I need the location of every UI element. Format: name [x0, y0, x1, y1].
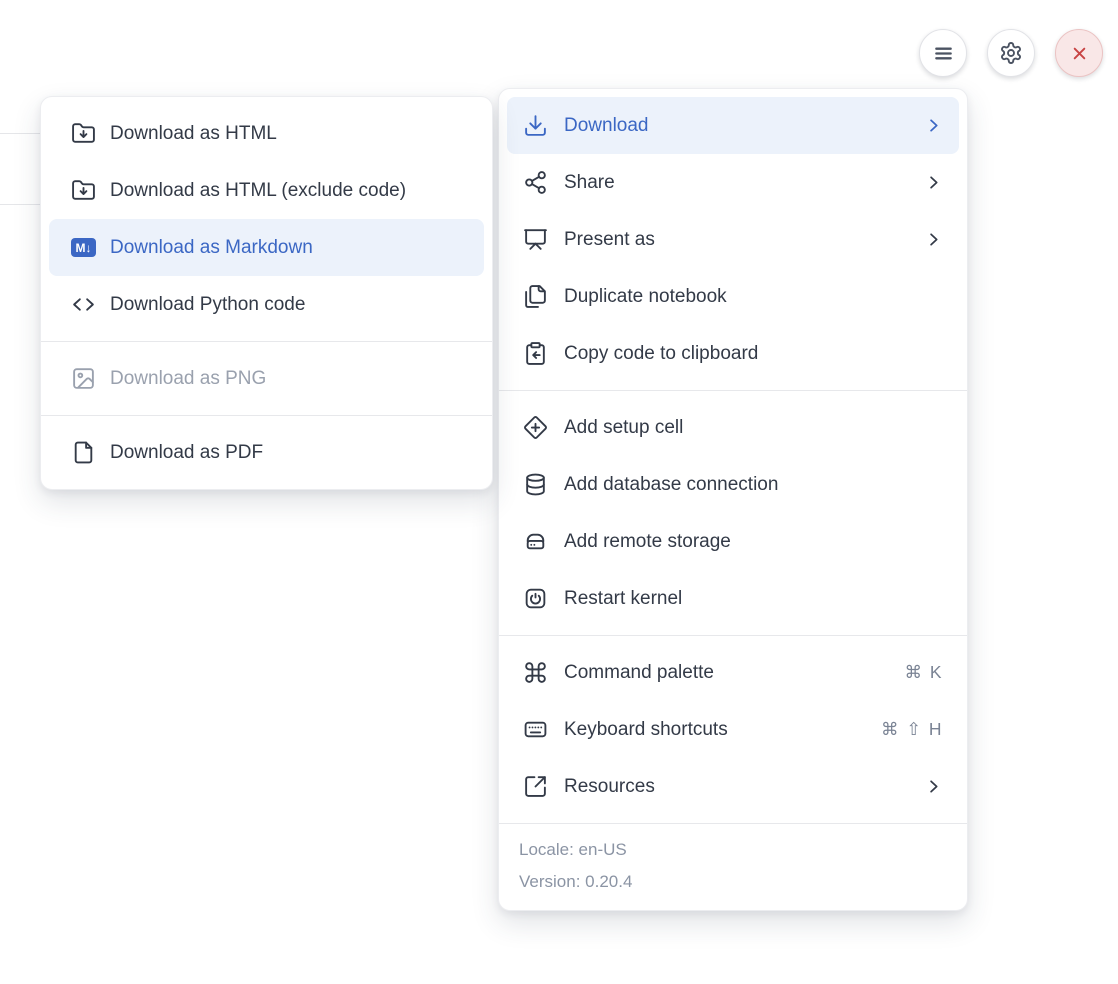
database-icon	[523, 472, 548, 497]
menu-item-download-python-code[interactable]: Download Python code	[49, 276, 484, 333]
notebook-actions-menu: Download Share Present as Duplicate noteboo…	[498, 88, 968, 911]
chevron-right-icon	[924, 777, 943, 796]
menu-item-label: Download Python code	[110, 294, 305, 316]
notebook-menu-button[interactable]	[919, 29, 967, 77]
power-icon	[523, 586, 548, 611]
shutdown-button[interactable]	[1055, 29, 1103, 77]
menu-item-label: Download as PDF	[110, 442, 263, 464]
menu-item-download[interactable]: Download	[507, 97, 959, 154]
menu-section: Download as PNG	[41, 341, 492, 415]
menu-item-resources[interactable]: Resources	[507, 758, 959, 815]
page-divider-line	[0, 204, 41, 205]
menu-item-add-setup-cell[interactable]: Add setup cell	[507, 399, 959, 456]
menu-item-label: Download as HTML	[110, 123, 277, 145]
menu-section: Command palette ⌘ K Keyboard shortcuts ⌘ ⇧ …	[499, 635, 967, 823]
menu-item-download-as-png: Download as PNG	[49, 350, 484, 407]
menu-item-label: Download as HTML (exclude code)	[110, 180, 406, 202]
chevron-right-icon	[924, 230, 943, 249]
menu-item-keyboard-shortcuts[interactable]: Keyboard shortcuts ⌘ ⇧ H	[507, 701, 959, 758]
close-icon	[1067, 41, 1092, 66]
menu-section: Add setup cell Add database connection Add…	[499, 390, 967, 635]
share-icon	[523, 170, 548, 195]
hamburger-icon	[931, 41, 956, 66]
folder-download-icon	[71, 178, 96, 203]
menu-item-copy-code-to-clipboard[interactable]: Copy code to clipboard	[507, 325, 959, 382]
menu-item-label: Copy code to clipboard	[564, 343, 758, 365]
keyboard-icon	[523, 717, 548, 742]
gear-icon	[999, 41, 1024, 66]
menu-item-label: Add setup cell	[564, 417, 683, 439]
settings-button[interactable]	[987, 29, 1035, 77]
menu-item-label: Download as Markdown	[110, 237, 313, 259]
menu-item-label: Resources	[564, 776, 655, 798]
notebook-page: Download Share Present as Duplicate noteboo…	[0, 0, 1118, 984]
folder-download-icon	[71, 121, 96, 146]
menu-item-label: Restart kernel	[564, 588, 682, 610]
markdown-icon: M↓	[71, 235, 96, 260]
menu-section: Download as HTML Download as HTML (exclud…	[41, 97, 492, 341]
menu-item-label: Duplicate notebook	[564, 286, 727, 308]
menu-item-duplicate-notebook[interactable]: Duplicate notebook	[507, 268, 959, 325]
menu-item-label: Command palette	[564, 662, 714, 684]
menu-item-label: Add database connection	[564, 474, 778, 496]
locale-text: Locale: en-US	[519, 834, 947, 866]
menu-item-restart-kernel[interactable]: Restart kernel	[507, 570, 959, 627]
external-link-icon	[523, 774, 548, 799]
presentation-icon	[523, 227, 548, 252]
menu-item-download-as-pdf[interactable]: Download as PDF	[49, 424, 484, 481]
menu-item-command-palette[interactable]: Command palette ⌘ K	[507, 644, 959, 701]
clipboard-copy-icon	[523, 341, 548, 366]
menu-item-download-as-html-exclude-code[interactable]: Download as HTML (exclude code)	[49, 162, 484, 219]
duplicate-icon	[523, 284, 548, 309]
menu-item-label: Keyboard shortcuts	[564, 719, 728, 741]
menu-item-label: Download	[564, 115, 649, 137]
menu-section: Download as PDF	[41, 415, 492, 489]
diamond-plus-icon	[523, 415, 548, 440]
shortcut-hint: ⌘ ⇧ H	[881, 719, 943, 740]
code-icon	[71, 292, 96, 317]
menu-item-add-remote-storage[interactable]: Add remote storage	[507, 513, 959, 570]
menu-footer: Locale: en-US Version: 0.20.4	[499, 823, 967, 910]
download-icon	[523, 113, 548, 138]
command-icon	[523, 660, 548, 685]
menu-item-download-as-markdown[interactable]: M↓ Download as Markdown	[49, 219, 484, 276]
menu-item-label: Present as	[564, 229, 655, 251]
chevron-right-icon	[924, 173, 943, 192]
floating-toolbar	[919, 29, 1103, 77]
image-icon	[71, 366, 96, 391]
chevron-right-icon	[924, 116, 943, 135]
hard-drive-icon	[523, 529, 548, 554]
page-divider-line	[0, 133, 41, 134]
menu-section: Download Share Present as Duplicate noteboo…	[499, 89, 967, 390]
download-submenu: Download as HTML Download as HTML (exclud…	[40, 96, 493, 490]
menu-item-add-database-connection[interactable]: Add database connection	[507, 456, 959, 513]
menu-item-share[interactable]: Share	[507, 154, 959, 211]
menu-item-download-as-html[interactable]: Download as HTML	[49, 105, 484, 162]
shortcut-hint: ⌘ K	[904, 662, 943, 683]
menu-item-label: Download as PNG	[110, 368, 266, 390]
menu-item-present-as[interactable]: Present as	[507, 211, 959, 268]
version-text: Version: 0.20.4	[519, 866, 947, 898]
menu-item-label: Add remote storage	[564, 531, 731, 553]
file-icon	[71, 440, 96, 465]
menu-item-label: Share	[564, 172, 615, 194]
